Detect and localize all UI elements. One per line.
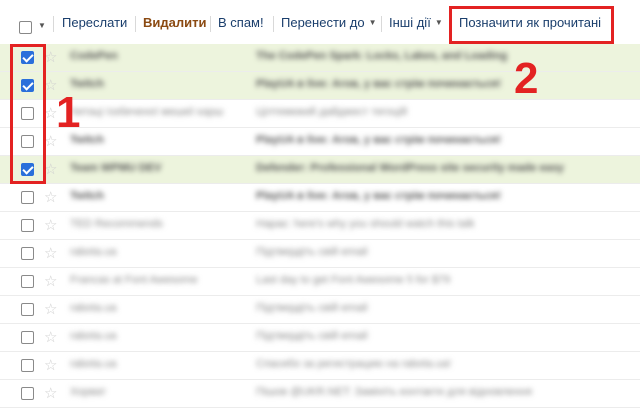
- star-icon[interactable]: ☆: [44, 216, 57, 234]
- message-row[interactable]: ☆ rabota.ua Підтвердіть свій email: [0, 296, 640, 324]
- star-icon[interactable]: ☆: [44, 188, 57, 206]
- message-checkbox[interactable]: [21, 219, 34, 232]
- message-subject: Підтвердіть свій email: [256, 330, 368, 342]
- message-subject: Спасибо за регистрацию на rabota.ua!: [256, 358, 452, 370]
- spam-button[interactable]: В спам!: [218, 0, 264, 44]
- message-subject: PlayUA в live: Агов, у вас стрім починає…: [256, 190, 502, 202]
- message-subject: Defender: Professional WordPress site se…: [256, 162, 564, 174]
- message-sender: Francas at Font Awesome: [70, 274, 198, 286]
- star-icon[interactable]: ☆: [44, 300, 57, 318]
- forward-button[interactable]: Переслати: [62, 0, 127, 44]
- star-icon[interactable]: ☆: [44, 328, 57, 346]
- message-sender: Twitch: [70, 190, 105, 202]
- annotation-number-1: 1: [56, 88, 81, 137]
- message-row[interactable]: ☆ TED Recommends Нарає: here's why you sho…: [0, 212, 640, 240]
- other-actions-label: Інші дії: [389, 14, 431, 30]
- star-icon[interactable]: ☆: [44, 272, 57, 290]
- message-row[interactable]: ☆ Team WPMU DEV Defender: Professional Wor…: [0, 156, 640, 184]
- message-checkbox[interactable]: [21, 135, 34, 148]
- star-icon[interactable]: ☆: [44, 356, 57, 374]
- message-sender: rabota.ua: [70, 246, 117, 258]
- message-subject: Нарає: here's why you should watch this …: [256, 218, 475, 230]
- message-checkbox[interactable]: [21, 51, 34, 64]
- message-subject: PlayUA в live: Агов, у вас стрім починає…: [256, 134, 502, 146]
- star-icon[interactable]: ☆: [44, 384, 57, 402]
- message-sender: rabota.ua: [70, 302, 117, 314]
- message-row[interactable]: ☆ Twitch PlayUA в live: Агов, у вас стрім …: [0, 128, 640, 156]
- toolbar-divider: [53, 16, 54, 32]
- message-subject: The CodePen Spark: Locks, Lakes, and Loa…: [256, 50, 508, 62]
- message-checkbox[interactable]: [21, 107, 34, 120]
- toolbar-divider: [135, 16, 136, 32]
- message-sender: Читаці Іззбеченої мешкії карш: [70, 106, 224, 118]
- message-sender: Team WPMU DEV: [70, 162, 162, 174]
- select-all-chevron-down-icon[interactable]: ▼: [38, 21, 46, 30]
- move-to-dropdown[interactable]: Перенести до ▼: [281, 0, 377, 44]
- message-row[interactable]: ☆ Читаці Іззбеченої мешкії карш Цілтемкжий…: [0, 100, 640, 128]
- toolbar-divider: [450, 16, 451, 32]
- message-list: ☆ CodePen The CodePen Spark: Locks, Lakes,…: [0, 44, 640, 408]
- message-sender: Twitch: [70, 78, 105, 90]
- mark-as-read-button[interactable]: Позначити як прочитані: [459, 0, 601, 44]
- mail-toolbar: ▼ Переслати Видалити В спам! Перенести д…: [0, 0, 640, 44]
- message-checkbox[interactable]: [21, 79, 34, 92]
- star-icon[interactable]: ☆: [44, 48, 57, 66]
- message-row[interactable]: ☆ Twitch PlayUA в live: Агов, у вас стрім …: [0, 184, 640, 212]
- message-row[interactable]: ☆ CodePen The CodePen Spark: Locks, Lakes,…: [0, 44, 640, 72]
- delete-button[interactable]: Видалити: [143, 0, 206, 44]
- message-row[interactable]: ☆ Twitch PlayUA в live: Агов, у вас стрім …: [0, 72, 640, 100]
- message-sender: rabota.ua: [70, 330, 117, 342]
- message-row[interactable]: ☆ Хорват Пішов @UKR.NET: Замініть контакти…: [0, 380, 640, 408]
- chevron-down-icon: ▼: [368, 17, 377, 27]
- message-subject: Last day to get Font Awesome 5 for $79: [256, 274, 451, 286]
- message-row[interactable]: ☆ rabota.ua Підтвердіть свій email: [0, 240, 640, 268]
- select-all-checkbox[interactable]: [19, 21, 32, 34]
- message-row[interactable]: ☆ rabota.ua Підтвердіть свій email: [0, 324, 640, 352]
- message-checkbox[interactable]: [21, 387, 34, 400]
- message-sender: rabota.ua: [70, 358, 117, 370]
- message-subject: PlayUA в live: Агов, у вас стрім починає…: [256, 78, 502, 90]
- message-subject: Підтвердіть свій email: [256, 302, 368, 314]
- other-actions-dropdown[interactable]: Інші дії ▼: [389, 0, 443, 44]
- toolbar-divider: [273, 16, 274, 32]
- toolbar-divider: [381, 16, 382, 32]
- message-sender: Twitch: [70, 134, 105, 146]
- chevron-down-icon: ▼: [434, 17, 443, 27]
- message-checkbox[interactable]: [21, 247, 34, 260]
- message-subject: Цілтемкжий дайджест тегоцій: [256, 106, 408, 118]
- message-checkbox[interactable]: [21, 303, 34, 316]
- message-subject: Підтвердіть свій email: [256, 246, 368, 258]
- message-checkbox[interactable]: [21, 163, 34, 176]
- message-sender: TED Recommends: [70, 218, 163, 230]
- message-checkbox[interactable]: [21, 331, 34, 344]
- toolbar-divider: [210, 16, 211, 32]
- message-row[interactable]: ☆ rabota.ua Спасибо за регистрацию на rabo…: [0, 352, 640, 380]
- message-checkbox[interactable]: [21, 359, 34, 372]
- move-to-label: Перенести до: [281, 14, 365, 30]
- annotation-number-2: 2: [514, 54, 539, 103]
- star-icon[interactable]: ☆: [44, 160, 57, 178]
- message-row[interactable]: ☆ Francas at Font Awesome Last day to get …: [0, 268, 640, 296]
- message-checkbox[interactable]: [21, 275, 34, 288]
- message-sender: CodePen: [70, 50, 118, 62]
- message-checkbox[interactable]: [21, 191, 34, 204]
- star-icon[interactable]: ☆: [44, 244, 57, 262]
